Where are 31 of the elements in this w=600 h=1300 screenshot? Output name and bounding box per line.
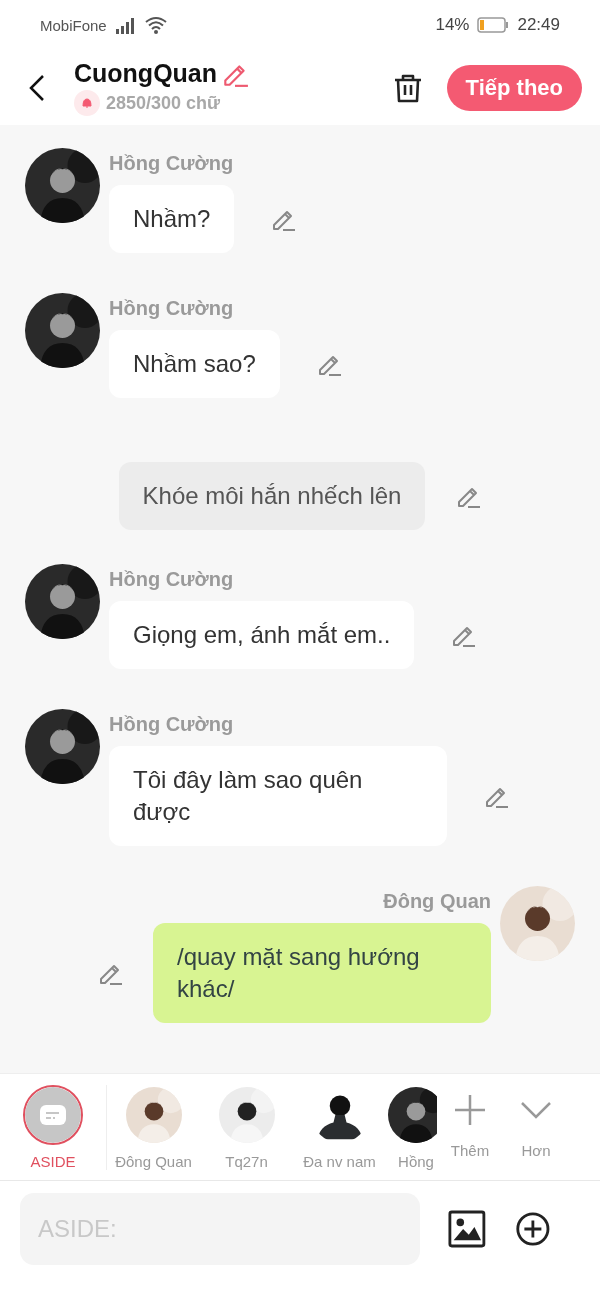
wifi-icon [144, 16, 167, 34]
bell-icon [74, 90, 100, 116]
carrier-name: MobiFone [40, 16, 107, 34]
sender-name: Hồng Cường [109, 713, 235, 736]
message-bubble: Khóe môi hắn nhếch lên [118, 462, 426, 530]
character-item[interactable]: ASIDE [0, 1085, 107, 1170]
character-item[interactable]: Đa nv nam [293, 1085, 386, 1170]
clock: 22:49 [517, 15, 560, 35]
message-bubble: Nhầm? [109, 185, 235, 253]
image-icon[interactable] [448, 1209, 487, 1249]
plus-icon [452, 1092, 488, 1128]
battery-icon [477, 17, 510, 33]
message-bubble: Tôi đây làm sao quên được [109, 746, 447, 846]
message-bubble: Giọng em, ánh mắt em.. [109, 601, 415, 669]
signal-icon [114, 16, 137, 34]
sender-name: Hồng Cường [109, 297, 235, 320]
next-button[interactable]: Tiếp theo [446, 64, 582, 111]
character-item[interactable]: Đông Quan [107, 1085, 200, 1170]
add-character-button[interactable]: Thêm [437, 1074, 503, 1159]
character-item[interactable]: Tq27n [200, 1085, 293, 1170]
word-count: 2850/300 chữ [106, 92, 221, 114]
story-title: CuongQuan [74, 59, 218, 88]
message-bubble: Nhầm sao? [109, 330, 280, 398]
battery-percent: 14% [435, 15, 470, 35]
message-bubble: /quay mặt sang hướng khác/ [153, 923, 491, 1023]
expand-button[interactable]: Hơn [503, 1074, 569, 1159]
sender-name: Hồng Cường [109, 568, 235, 591]
character-item[interactable]: Hồng [386, 1085, 437, 1170]
sender-name: Đông Quan [383, 890, 491, 913]
sender-name: Hồng Cường [109, 152, 235, 175]
aside-icon [25, 1087, 81, 1143]
